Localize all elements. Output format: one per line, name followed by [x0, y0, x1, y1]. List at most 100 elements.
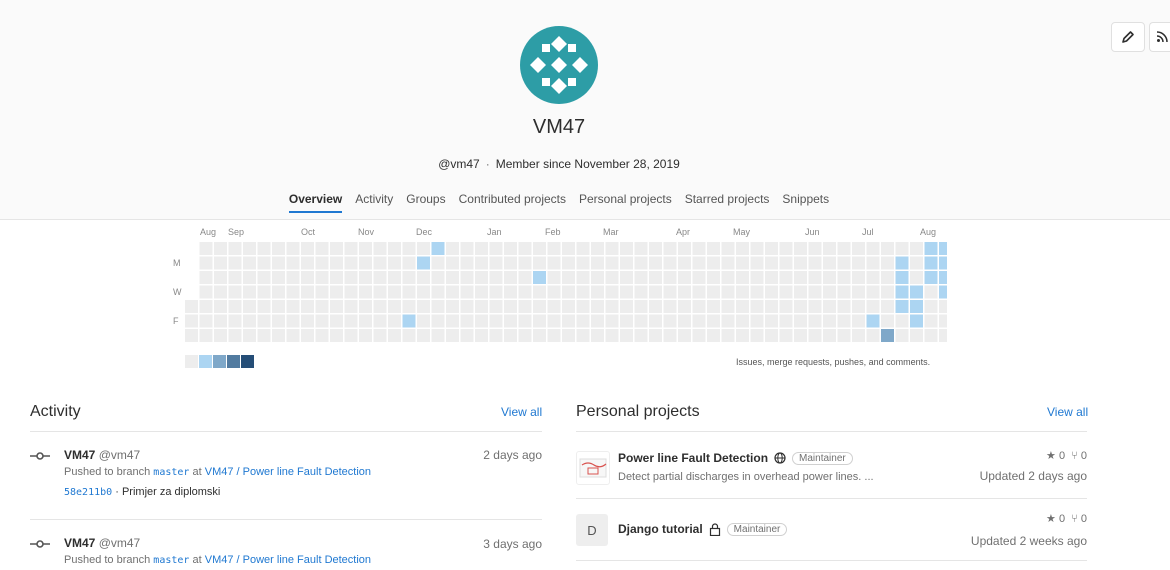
calendar-day-cell[interactable] — [257, 285, 271, 299]
calendar-day-cell[interactable] — [388, 271, 401, 284]
calendar-day-cell[interactable] — [214, 314, 227, 328]
calendar-day-cell[interactable] — [823, 242, 836, 255]
calendar-day-cell[interactable] — [881, 300, 894, 313]
calendar-day-cell[interactable] — [649, 300, 662, 313]
calendar-day-cell[interactable] — [373, 314, 387, 328]
calendar-day-cell[interactable] — [388, 314, 401, 328]
calendar-day-cell[interactable] — [881, 314, 894, 328]
calendar-day-cell[interactable] — [823, 314, 836, 328]
calendar-day-cell[interactable] — [286, 300, 300, 313]
calendar-day-cell[interactable] — [388, 242, 401, 255]
calendar-day-cell[interactable] — [214, 242, 227, 255]
calendar-day-cell[interactable] — [344, 314, 358, 328]
calendar-day-cell[interactable] — [475, 242, 488, 255]
fork-count[interactable]: 0 — [1081, 513, 1087, 525]
calendar-day-cell[interactable] — [475, 256, 488, 270]
calendar-day-cell[interactable] — [823, 256, 836, 270]
calendar-day-cell[interactable] — [794, 271, 807, 284]
calendar-day-cell[interactable] — [199, 271, 213, 284]
calendar-day-cell[interactable] — [620, 285, 633, 299]
calendar-day-cell[interactable] — [605, 300, 619, 313]
calendar-day-cell[interactable] — [924, 300, 938, 313]
calendar-day-cell[interactable] — [678, 329, 691, 342]
calendar-day-cell[interactable] — [605, 314, 619, 328]
calendar-day-cell[interactable] — [533, 271, 546, 284]
calendar-day-cell[interactable] — [373, 271, 387, 284]
calendar-day-cell[interactable] — [765, 256, 778, 270]
calendar-day-cell[interactable] — [692, 271, 706, 284]
calendar-day-cell[interactable] — [881, 329, 894, 342]
calendar-day-cell[interactable] — [779, 271, 793, 284]
calendar-day-cell[interactable] — [431, 300, 445, 313]
calendar-day-cell[interactable] — [823, 285, 836, 299]
calendar-day-cell[interactable] — [750, 256, 764, 270]
calendar-day-cell[interactable] — [460, 300, 474, 313]
calendar-day-cell[interactable] — [417, 242, 430, 255]
calendar-day-cell[interactable] — [895, 285, 909, 299]
calendar-day-cell[interactable] — [634, 314, 648, 328]
calendar-day-cell[interactable] — [736, 300, 749, 313]
calendar-day-cell[interactable] — [808, 285, 822, 299]
calendar-day-cell[interactable] — [910, 242, 923, 255]
calendar-day-cell[interactable] — [852, 242, 865, 255]
calendar-day-cell[interactable] — [837, 242, 851, 255]
calendar-day-cell[interactable] — [881, 242, 894, 255]
calendar-day-cell[interactable] — [576, 285, 590, 299]
calendar-day-cell[interactable] — [388, 329, 401, 342]
calendar-day-cell[interactable] — [504, 271, 517, 284]
rss-feed-button[interactable] — [1149, 22, 1170, 52]
calendar-day-cell[interactable] — [272, 242, 285, 255]
calendar-day-cell[interactable] — [257, 300, 271, 313]
calendar-day-cell[interactable] — [431, 285, 445, 299]
calendar-day-cell[interactable] — [620, 329, 633, 342]
calendar-day-cell[interactable] — [489, 314, 503, 328]
calendar-day-cell[interactable] — [446, 256, 459, 270]
calendar-day-cell[interactable] — [431, 271, 445, 284]
calendar-day-cell[interactable] — [721, 256, 735, 270]
calendar-day-cell[interactable] — [330, 271, 343, 284]
calendar-day-cell[interactable] — [910, 300, 923, 313]
calendar-day-cell[interactable] — [272, 314, 285, 328]
calendar-day-cell[interactable] — [359, 285, 372, 299]
calendar-day-cell[interactable] — [272, 285, 285, 299]
calendar-day-cell[interactable] — [649, 314, 662, 328]
project-name-link[interactable]: Power line Fault Detection — [618, 451, 768, 465]
calendar-day-cell[interactable] — [866, 314, 880, 328]
calendar-day-cell[interactable] — [605, 271, 619, 284]
calendar-day-cell[interactable] — [286, 242, 300, 255]
calendar-day-cell[interactable] — [692, 300, 706, 313]
calendar-day-cell[interactable] — [721, 271, 735, 284]
calendar-day-cell[interactable] — [402, 285, 416, 299]
calendar-day-cell[interactable] — [257, 314, 271, 328]
calendar-day-cell[interactable] — [794, 256, 807, 270]
calendar-day-cell[interactable] — [330, 314, 343, 328]
calendar-day-cell[interactable] — [605, 242, 619, 255]
calendar-day-cell[interactable] — [837, 256, 851, 270]
calendar-day-cell[interactable] — [837, 300, 851, 313]
calendar-day-cell[interactable] — [692, 256, 706, 270]
calendar-day-cell[interactable] — [750, 300, 764, 313]
tab-personal-projects[interactable]: Personal projects — [579, 186, 672, 213]
calendar-day-cell[interactable] — [620, 271, 633, 284]
calendar-day-cell[interactable] — [692, 285, 706, 299]
calendar-day-cell[interactable] — [591, 271, 604, 284]
calendar-day-cell[interactable] — [663, 300, 677, 313]
project-link[interactable]: VM47 / Power line Fault Detection — [205, 554, 371, 566]
calendar-day-cell[interactable] — [243, 285, 256, 299]
calendar-day-cell[interactable] — [736, 242, 749, 255]
calendar-day-cell[interactable] — [257, 256, 271, 270]
calendar-day-cell[interactable] — [518, 300, 532, 313]
calendar-day-cell[interactable] — [373, 242, 387, 255]
calendar-day-cell[interactable] — [359, 329, 372, 342]
calendar-day-cell[interactable] — [707, 314, 720, 328]
calendar-day-cell[interactable] — [272, 271, 285, 284]
calendar-day-cell[interactable] — [692, 314, 706, 328]
calendar-day-cell[interactable] — [446, 300, 459, 313]
calendar-day-cell[interactable] — [475, 300, 488, 313]
calendar-day-cell[interactable] — [736, 271, 749, 284]
calendar-day-cell[interactable] — [547, 314, 561, 328]
calendar-day-cell[interactable] — [489, 285, 503, 299]
calendar-day-cell[interactable] — [634, 329, 648, 342]
calendar-day-cell[interactable] — [533, 314, 546, 328]
calendar-day-cell[interactable] — [620, 314, 633, 328]
